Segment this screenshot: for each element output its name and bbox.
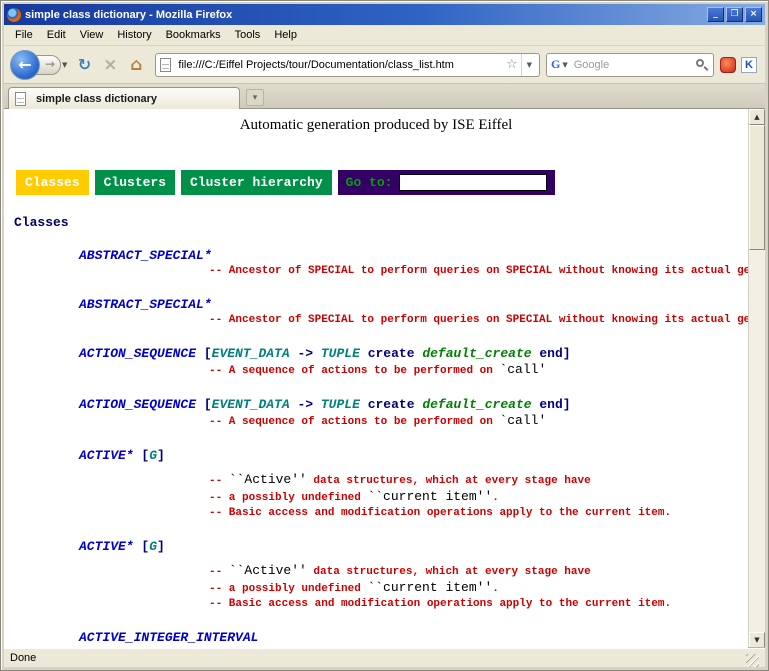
tab-label: simple class dictionary (36, 93, 157, 105)
menu-bookmarks[interactable]: Bookmarks (159, 27, 228, 43)
tab-strip: simple class dictionary ▾ (4, 84, 765, 109)
goto-input[interactable] (399, 174, 547, 191)
vertical-scrollbar: ▲ ▼ (748, 109, 765, 648)
class-name-link[interactable]: ACTIVE_INTEGER_INTERVAL (79, 630, 748, 646)
cluster-hierarchy-button[interactable]: Cluster hierarchy (181, 170, 332, 195)
class-comment: -- Ancestor of SPECIAL to perform querie… (209, 264, 748, 279)
google-engine-icon[interactable]: G (551, 57, 560, 72)
class-name-link[interactable]: ACTION_SEQUENCE [EVENT_DATA -> TUPLE cre… (79, 397, 748, 413)
class-comment: -- ``Active'' data structures, which at … (209, 563, 748, 612)
page-favicon (160, 58, 171, 72)
scroll-down-button[interactable]: ▼ (749, 632, 765, 648)
search-icon[interactable] (695, 58, 709, 72)
home-button[interactable]: ⌂ (124, 53, 148, 77)
title-bar: simple class dictionary - Mozilla Firefo… (4, 4, 765, 25)
status-bar: Done (4, 648, 765, 667)
menu-view[interactable]: View (73, 27, 111, 43)
classes-button[interactable]: Classes (16, 170, 89, 195)
window-title: simple class dictionary - Mozilla Firefo… (25, 9, 705, 21)
goto-label: Go to: (346, 175, 393, 190)
address-bar: ☆ ▼ (155, 53, 540, 77)
class-comment: -- Ancestor of SPECIAL to perform querie… (209, 313, 748, 328)
menu-file[interactable]: File (8, 27, 40, 43)
url-input[interactable] (176, 58, 503, 72)
status-text: Done (10, 652, 746, 664)
scrollbar-thumb[interactable] (749, 125, 765, 250)
bookmark-star-icon[interactable]: ☆ (506, 57, 518, 72)
class-name-link[interactable]: ACTION_SEQUENCE [EVENT_DATA -> TUPLE cre… (79, 346, 748, 362)
class-entry: ACTIVE_INTEGER_INTERVAL (4, 630, 748, 646)
menu-edit[interactable]: Edit (40, 27, 73, 43)
firefox-icon (7, 8, 21, 22)
class-name-link[interactable]: ACTIVE* [G] (79, 539, 748, 555)
classes-section-title: Classes (14, 215, 748, 230)
url-dropdown-icon[interactable]: ▼ (521, 54, 535, 76)
page-nav-row: Classes Clusters Cluster hierarchy Go to… (16, 170, 748, 195)
page-heading: Automatic generation produced by ISE Eif… (4, 117, 748, 134)
page-viewport: Automatic generation produced by ISE Eif… (4, 109, 748, 648)
menu-history[interactable]: History (110, 27, 158, 43)
minimize-button[interactable]: _ (707, 7, 724, 22)
search-bar: G ▼ (546, 53, 714, 77)
class-entry: ABSTRACT_SPECIAL*-- Ancestor of SPECIAL … (4, 297, 748, 328)
navigation-toolbar: ← → ▼ ↻ × ⌂ ☆ ▼ G ▼ K (4, 46, 765, 84)
refresh-button[interactable]: ↻ (72, 53, 96, 77)
class-entry: ABSTRACT_SPECIAL*-- Ancestor of SPECIAL … (4, 248, 748, 279)
menu-help[interactable]: Help (267, 27, 304, 43)
maximize-button[interactable]: ❐ (726, 7, 743, 22)
clusters-button[interactable]: Clusters (95, 170, 175, 195)
class-list: ABSTRACT_SPECIAL*-- Ancestor of SPECIAL … (4, 248, 748, 646)
tab-simple-class-dictionary[interactable]: simple class dictionary (8, 87, 240, 109)
resize-grip[interactable] (746, 654, 759, 667)
menu-tools[interactable]: Tools (228, 27, 268, 43)
content-area: Automatic generation produced by ISE Eif… (4, 109, 765, 648)
class-comment: -- A sequence of actions to be performed… (209, 362, 748, 379)
addon-icon-k[interactable]: K (741, 57, 757, 73)
page-content: Automatic generation produced by ISE Eif… (4, 109, 748, 646)
addon-icon-red[interactable] (720, 57, 736, 73)
close-button[interactable]: × (745, 7, 762, 22)
menu-bar: File Edit View History Bookmarks Tools H… (4, 25, 765, 46)
class-entry: ACTIVE* [G] -- ``Active'' data structures… (4, 448, 748, 521)
class-name-link[interactable]: ABSTRACT_SPECIAL* (79, 248, 748, 264)
class-comment: -- A sequence of actions to be performed… (209, 413, 748, 430)
class-name-link[interactable]: ACTIVE* [G] (79, 448, 748, 464)
class-entry: ACTION_SEQUENCE [EVENT_DATA -> TUPLE cre… (4, 346, 748, 379)
tab-favicon (15, 92, 26, 106)
browser-window: simple class dictionary - Mozilla Firefo… (0, 0, 769, 671)
scroll-up-button[interactable]: ▲ (749, 109, 765, 125)
engine-dropdown-icon[interactable]: ▼ (562, 61, 567, 69)
goto-box: Go to: (338, 170, 556, 195)
search-input[interactable] (572, 58, 695, 72)
list-all-tabs-button[interactable]: ▾ (246, 89, 264, 106)
history-dropdown-icon[interactable]: ▼ (62, 61, 67, 69)
stop-button[interactable]: × (98, 53, 122, 77)
class-name-link[interactable]: ABSTRACT_SPECIAL* (79, 297, 748, 313)
class-entry: ACTIVE* [G] -- ``Active'' data structures… (4, 539, 748, 612)
class-comment: -- ``Active'' data structures, which at … (209, 472, 748, 521)
back-button[interactable]: ← (10, 50, 40, 80)
class-entry: ACTION_SEQUENCE [EVENT_DATA -> TUPLE cre… (4, 397, 748, 430)
scrollbar-track[interactable] (749, 125, 765, 632)
